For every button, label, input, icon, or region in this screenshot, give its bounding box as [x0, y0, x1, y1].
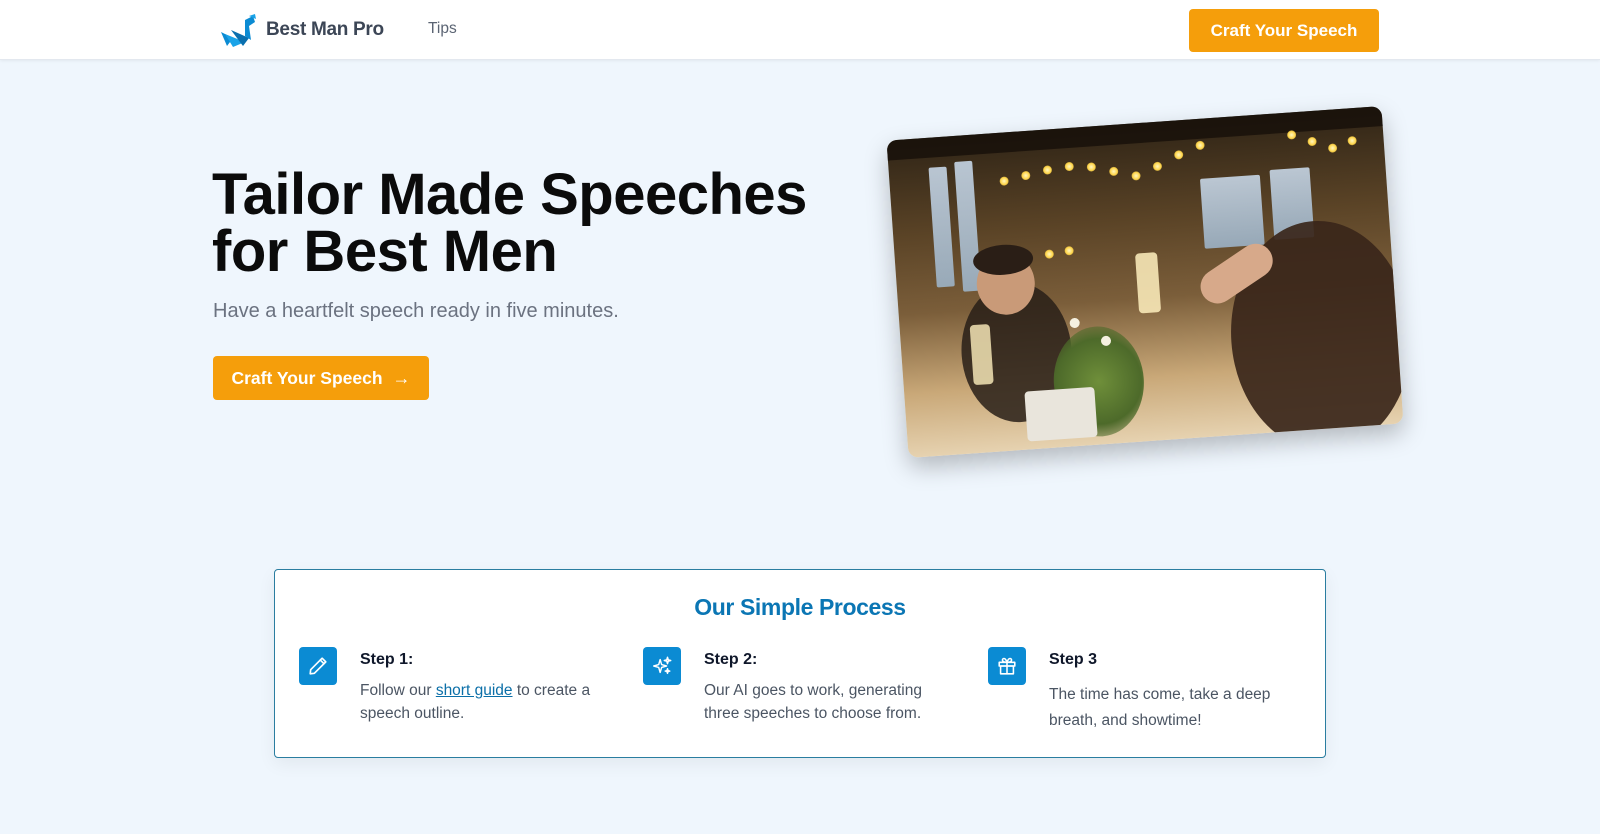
- step-1-heading: Step 1:: [360, 651, 414, 668]
- hero-title: Tailor Made Speeches for Best Men: [212, 162, 852, 284]
- nav-link-tips[interactable]: Tips: [428, 20, 457, 38]
- sparkles-icon: [643, 647, 681, 685]
- hero-title-line-2: for Best Men: [212, 219, 558, 284]
- brand-name: Best Man Pro: [266, 19, 384, 40]
- short-guide-link[interactable]: short guide: [436, 682, 513, 699]
- process-title: Our Simple Process: [694, 594, 906, 620]
- swan-logo-icon: [221, 14, 256, 47]
- step-2-text: Our AI goes to work, generating three sp…: [704, 682, 922, 722]
- logo-link[interactable]: Best Man Pro: [219, 12, 384, 48]
- hero-title-line-1: Tailor Made Speeches: [212, 162, 807, 227]
- step-3-text: The time has come, take a deep breath, a…: [1049, 686, 1271, 729]
- process-card: Our Simple Process Step 1: Follow our sh…: [274, 569, 1326, 758]
- step-3-heading: Step 3: [1049, 651, 1098, 668]
- step-1-text-before: Follow our: [360, 682, 436, 699]
- hero-craft-speech-button[interactable]: Craft Your Speech →: [213, 356, 429, 400]
- pencil-icon: [299, 647, 337, 685]
- arrow-right-icon: →: [392, 367, 411, 388]
- header-craft-speech-button[interactable]: Craft Your Speech: [1189, 9, 1379, 52]
- gift-icon: [988, 647, 1026, 685]
- step-1-text: Follow our short guide to create a speec…: [360, 679, 610, 725]
- wedding-toast-photo: [886, 106, 1404, 458]
- top-navbar: Best Man Pro Tips Craft Your Speech: [0, 0, 1600, 60]
- step-2-heading: Step 2:: [704, 651, 758, 668]
- hero-cta-label: Craft Your Speech: [231, 367, 383, 388]
- hero-subtitle: Have a heartfelt speech ready in five mi…: [213, 300, 619, 322]
